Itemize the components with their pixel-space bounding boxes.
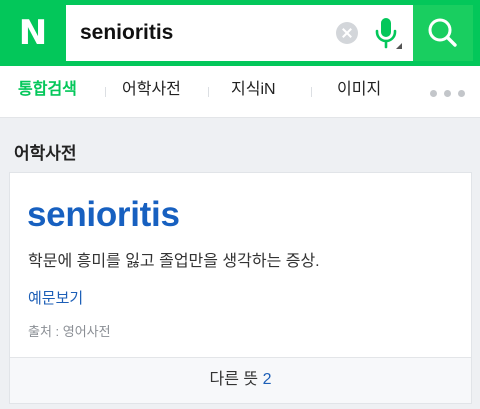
tab-divider [105,87,106,97]
search-box[interactable] [66,5,413,61]
microphone-icon[interactable] [368,15,404,51]
section-title: 어학사전 [14,144,77,163]
search-tabs: 통합검색 어학사전 지식iN 이미지 [0,66,480,118]
tab-knowledge-in[interactable]: 지식iN [231,66,276,118]
tab-integrated-search[interactable]: 통합검색 [18,66,77,118]
tab-divider [208,87,209,97]
search-icon [428,18,457,47]
clear-icon[interactable] [336,22,358,44]
entry-definition: 학문에 흥미를 잃고 졸업만을 생각하는 증상. [28,253,320,270]
more-tabs-icon[interactable] [428,90,468,98]
dictionary-card: senioritis 학문에 흥미를 잃고 졸업만을 생각하는 증상. 예문보기… [9,172,472,404]
tab-dictionary[interactable]: 어학사전 [122,66,181,118]
naver-logo[interactable]: N [9,9,57,57]
search-button[interactable] [413,5,473,61]
search-header: N [0,0,480,66]
entry-word[interactable]: senioritis [27,195,180,235]
examples-link[interactable]: 예문보기 [28,287,83,308]
search-input[interactable] [80,5,330,61]
other-meanings-button[interactable]: 다른 뜻 2 [10,357,471,403]
tab-divider [311,87,312,97]
tab-images[interactable]: 이미지 [337,66,381,118]
entry-source: 출처 : 영어사전 [28,324,111,339]
other-meanings-count: 2 [262,371,272,388]
other-meanings-label: 다른 뜻 [209,371,259,388]
